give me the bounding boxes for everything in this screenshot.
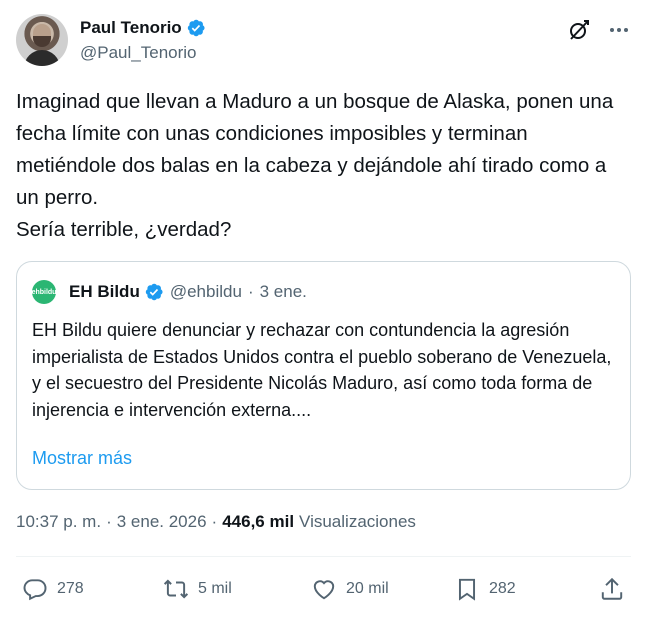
more-options-icon[interactable]	[607, 18, 631, 42]
show-more-link[interactable]: Mostrar más	[32, 448, 132, 469]
avatar-shirt	[24, 50, 60, 66]
verified-badge-icon[interactable]	[186, 18, 206, 38]
meta-separator: ·	[106, 512, 112, 531]
quoted-avatar[interactable]: ehbildu	[32, 280, 56, 304]
tweet-text: Imaginad que llevan a Maduro a un bosque…	[16, 90, 614, 241]
meta-separator-2: ·	[211, 512, 218, 531]
quoted-display-name[interactable]: EH Bildu	[69, 282, 140, 302]
tweet-header: Paul Tenorio @Paul_Tenorio	[16, 14, 631, 70]
repost-count: 5 mil	[198, 580, 232, 597]
like-count: 20 mil	[346, 580, 389, 597]
share-icon	[601, 577, 623, 600]
heart-icon	[313, 580, 335, 600]
divider	[16, 556, 631, 557]
author-handle[interactable]: @Paul_Tenorio	[80, 43, 206, 63]
action-bar: 278 5 mil 20 mil 282	[16, 570, 631, 608]
share-button[interactable]	[599, 570, 625, 608]
views-label[interactable]: Visualizaciones	[299, 512, 416, 532]
bookmark-count: 282	[489, 580, 516, 597]
reply-icon	[23, 579, 47, 601]
author-names: Paul Tenorio @Paul_Tenorio	[80, 16, 206, 63]
author-display-name[interactable]: Paul Tenorio	[80, 18, 182, 38]
quoted-handle[interactable]: @ehbildu	[170, 282, 242, 302]
like-button[interactable]: 20 mil	[311, 570, 389, 608]
repost-button[interactable]: 5 mil	[163, 570, 232, 608]
reply-button[interactable]: 278	[22, 570, 84, 608]
repost-icon	[163, 579, 189, 599]
avatar-beard	[33, 36, 51, 47]
tweet-time[interactable]: 10:37 p. m.	[16, 512, 101, 532]
views-count[interactable]: 446,6 mil	[222, 512, 294, 532]
quoted-tweet-text: EH Bildu quiere denunciar y rechazar con…	[32, 320, 612, 420]
quoted-verified-badge-icon[interactable]	[144, 282, 164, 302]
bookmark-button[interactable]: 282	[454, 570, 516, 608]
grok-icon[interactable]	[567, 18, 591, 42]
quoted-date[interactable]: 3 ene.	[260, 282, 307, 302]
avatar[interactable]	[16, 14, 68, 66]
bookmark-icon	[458, 578, 476, 601]
tweet-date[interactable]: 3 ene. 2026	[117, 512, 207, 532]
reply-count: 278	[57, 580, 84, 597]
quoted-tweet-header: ehbildu EH Bildu @ehbildu · 3 ene.	[32, 278, 307, 306]
author-display-name-row[interactable]: Paul Tenorio	[80, 16, 206, 40]
tweet-meta: 10:37 p. m. · 3 ene. 2026 · 446,6 mil Vi…	[16, 512, 416, 532]
quoted-avatar-text: ehbildu	[31, 288, 57, 296]
quoted-separator: ·	[247, 282, 254, 301]
quoted-tweet[interactable]: ehbildu EH Bildu @ehbildu · 3 ene. EH Bi…	[16, 261, 631, 490]
